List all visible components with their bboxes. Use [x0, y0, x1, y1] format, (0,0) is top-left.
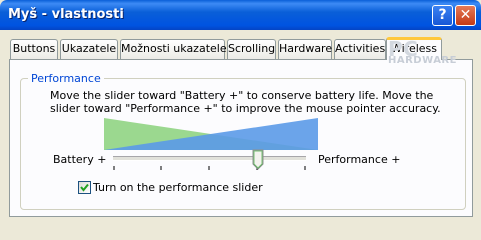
tab-ukazatele[interactable]: Ukazatele: [60, 39, 118, 59]
performance-slider-checkbox[interactable]: [78, 181, 91, 194]
battery-performance-gradient-graphic: [104, 118, 318, 150]
slider-thumb[interactable]: [252, 149, 264, 171]
help-button[interactable]: ?: [432, 5, 453, 26]
performance-description: Move the slider toward "Battery +" to co…: [50, 89, 441, 115]
performance-slider-checkbox-label: Turn on the performance slider: [93, 181, 263, 194]
description-line-1: Move the slider toward "Battery +" to co…: [50, 89, 434, 102]
battery-label: Battery +: [53, 153, 107, 166]
performance-label: Performance +: [318, 153, 401, 166]
mouse-properties-window: Myš - vlastnosti ? ✕ Buttons Ukazatele M…: [0, 0, 481, 217]
tab-activities[interactable]: Activities: [334, 39, 386, 59]
close-icon: ✕: [459, 7, 472, 23]
tab-hardware[interactable]: Hardware: [278, 39, 332, 59]
window-title: Myš - vlastnosti: [8, 7, 124, 22]
checkmark-icon: [80, 183, 89, 192]
title-bar[interactable]: Myš - vlastnosti ? ✕: [0, 0, 481, 30]
performance-group-label: Performance: [28, 72, 104, 85]
tab-moznosti-ukazatele[interactable]: Možnosti ukazatele: [120, 39, 227, 59]
tab-scrolling[interactable]: Scrolling: [227, 39, 276, 59]
tab-buttons[interactable]: Buttons: [10, 39, 58, 59]
slider-track[interactable]: [113, 156, 306, 161]
help-icon: ?: [438, 7, 447, 23]
description-line-2: slider toward "Performance +" to improve…: [50, 102, 441, 115]
pc-hardware-watermark-logo: PC HARDWARE: [388, 37, 457, 66]
slider-ticks: [113, 166, 306, 170]
close-button[interactable]: ✕: [455, 5, 476, 26]
